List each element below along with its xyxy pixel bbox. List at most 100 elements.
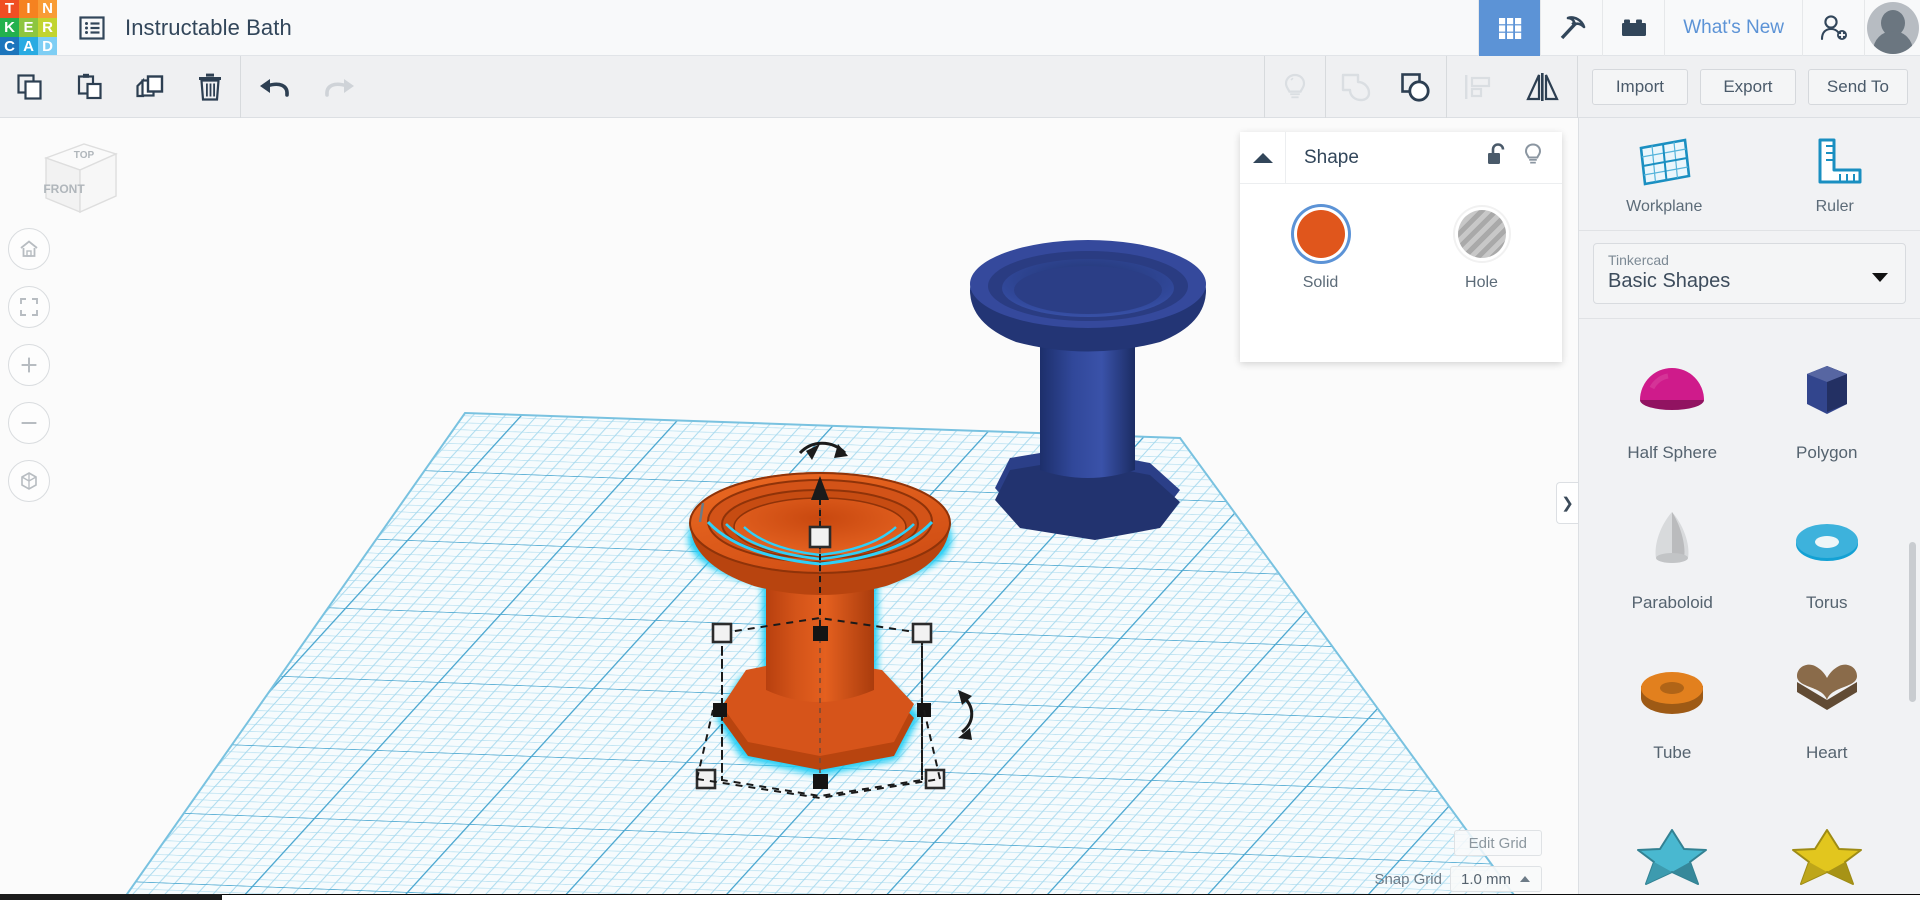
- shape-panel-title: Shape: [1304, 146, 1359, 168]
- shape-tube[interactable]: Tube: [1595, 619, 1750, 763]
- edit-grid-button[interactable]: Edit Grid: [1453, 830, 1542, 856]
- shapes-sidebar: Workplane Ruler Tinkercad Basic Shapes H…: [1578, 118, 1920, 900]
- align-button[interactable]: [1447, 56, 1507, 118]
- torus-thumbnail: [1795, 524, 1858, 561]
- shapes-grid: Half Sphere Polygon Paraboloid Torus Tub…: [1579, 319, 1920, 900]
- whats-new-link[interactable]: What's New: [1664, 0, 1802, 56]
- avatar-image: [1866, 1, 1919, 54]
- shape-star-yellow[interactable]: [1750, 769, 1905, 900]
- undo-button[interactable]: [241, 56, 307, 118]
- solid-label: Solid: [1302, 274, 1339, 291]
- view-cube[interactable]: TOP FRONT: [28, 136, 120, 222]
- plus-icon: [21, 357, 37, 373]
- hole-option[interactable]: Hole: [1401, 210, 1562, 292]
- unlock-icon: [1488, 143, 1505, 164]
- shape-polygon[interactable]: Polygon: [1750, 319, 1905, 463]
- shape-half-sphere[interactable]: Half Sphere: [1595, 319, 1750, 463]
- shape-half-sphere-label: Half Sphere: [1627, 443, 1718, 462]
- export-button[interactable]: Export: [1699, 68, 1796, 105]
- mirror-flip-icon: [1526, 72, 1559, 101]
- handle-edge-bottom: [813, 774, 828, 789]
- shape-panel-collapse-button[interactable]: [1240, 131, 1286, 184]
- heart-thumbnail: [1796, 664, 1857, 710]
- shape-panel-header: Shape: [1240, 131, 1562, 184]
- trash-icon: [199, 73, 221, 101]
- delete-button[interactable]: [180, 56, 240, 118]
- object-birdbath-blue[interactable]: [970, 240, 1206, 540]
- triangle-up-icon: [1252, 152, 1273, 163]
- home-icon: [20, 240, 38, 257]
- paraboloid-thumbnail: [1655, 512, 1689, 563]
- nav-blocks-button[interactable]: [1602, 0, 1664, 56]
- zoom-in-button[interactable]: [8, 344, 50, 386]
- pickaxe-icon: [1560, 15, 1586, 39]
- shape-library-selector[interactable]: Tinkercad Basic Shapes: [1593, 243, 1906, 304]
- document-title[interactable]: Instructable Bath: [125, 15, 292, 41]
- ruler-tool[interactable]: Ruler: [1750, 134, 1920, 216]
- mirror-button[interactable]: [1507, 56, 1577, 118]
- shape-polygon-icon: [1779, 343, 1875, 439]
- ortho-perspective-toggle[interactable]: [8, 460, 50, 502]
- shape-heart[interactable]: Heart: [1750, 619, 1905, 763]
- hole-swatch: [1457, 210, 1506, 258]
- view-cube-top-label: TOP: [74, 150, 95, 161]
- shape-half-sphere-icon: [1624, 343, 1720, 439]
- handle-edge-top: [813, 626, 828, 641]
- shape-paraboloid[interactable]: Paraboloid: [1595, 469, 1750, 613]
- sidebar-tools: Workplane Ruler: [1579, 118, 1920, 226]
- minus-icon: [21, 422, 37, 424]
- solid-option[interactable]: Solid: [1240, 210, 1401, 292]
- shape-star-cyan[interactable]: [1595, 769, 1750, 900]
- view-cube-front-label: FRONT: [43, 182, 85, 196]
- send-to-button[interactable]: Send To: [1807, 68, 1908, 105]
- shapes-grid-wrap[interactable]: Half Sphere Polygon Paraboloid Torus Tub…: [1579, 314, 1920, 900]
- shapes-scrollbar[interactable]: [1909, 542, 1916, 702]
- shape-star-cyan-icon: [1624, 813, 1720, 900]
- snap-grid-select[interactable]: 1.0 mm: [1449, 866, 1542, 892]
- chevron-down-icon: [1871, 270, 1889, 288]
- top-bar: TINKERCAD Instructable Bath What's New: [0, 0, 1920, 56]
- nav-minecraft-button[interactable]: [1540, 0, 1602, 56]
- shape-lock-button[interactable]: [1486, 142, 1508, 173]
- invite-people-button[interactable]: [1802, 0, 1864, 56]
- workplane-tool-label: Workplane: [1626, 198, 1703, 215]
- logo-tile-r: R: [38, 18, 57, 37]
- user-avatar[interactable]: [1864, 0, 1920, 56]
- shape-visibility-button[interactable]: [1522, 142, 1544, 173]
- fit-to-view-button[interactable]: [8, 286, 50, 328]
- duplicate-button[interactable]: [120, 56, 180, 118]
- nav-3d-design-button[interactable]: [1478, 0, 1541, 56]
- redo-button[interactable]: [307, 56, 373, 118]
- logo-tile-e: E: [19, 18, 38, 37]
- panel-drawer-toggle[interactable]: ❯: [1556, 482, 1578, 524]
- logo-tile-c: C: [0, 36, 19, 56]
- library-owner-label: Tinkercad: [1608, 252, 1669, 268]
- adjust-light-button[interactable]: [1265, 56, 1325, 118]
- handle-corner-tl: [711, 622, 733, 644]
- bottom-scroll-strip[interactable]: [0, 894, 1920, 900]
- shape-torus-label: Torus: [1805, 593, 1848, 612]
- handle-corner-tr: [911, 622, 933, 644]
- shape-torus[interactable]: Torus: [1750, 469, 1905, 613]
- zoom-out-button[interactable]: [8, 402, 50, 444]
- half-sphere-thumbnail: [1640, 368, 1705, 410]
- group-button[interactable]: [1326, 56, 1386, 118]
- snap-grid-control: Snap Grid 1.0 mm: [1374, 866, 1542, 892]
- workplane-tool[interactable]: Workplane: [1579, 134, 1750, 216]
- bottom-scroll-thumb[interactable]: [0, 894, 222, 900]
- shape-torus-icon: [1779, 493, 1875, 589]
- copy-button[interactable]: [0, 56, 60, 118]
- star-thumbnail: [1637, 829, 1708, 885]
- document-list-icon[interactable]: [77, 13, 107, 43]
- fit-view-icon: [20, 298, 38, 316]
- cube-projection-icon: [21, 472, 37, 490]
- shape-panel-body: Solid Hole: [1240, 184, 1562, 292]
- paste-icon: [77, 73, 102, 99]
- home-view-button[interactable]: [8, 228, 50, 270]
- tinkercad-logo[interactable]: TINKERCAD: [0, 0, 57, 56]
- shape-inspector-panel: Shape Solid Hole: [1240, 131, 1562, 362]
- ungroup-button[interactable]: [1386, 56, 1446, 118]
- import-button[interactable]: Import: [1591, 68, 1688, 105]
- shape-tube-icon: [1624, 643, 1720, 739]
- paste-button[interactable]: [60, 56, 120, 118]
